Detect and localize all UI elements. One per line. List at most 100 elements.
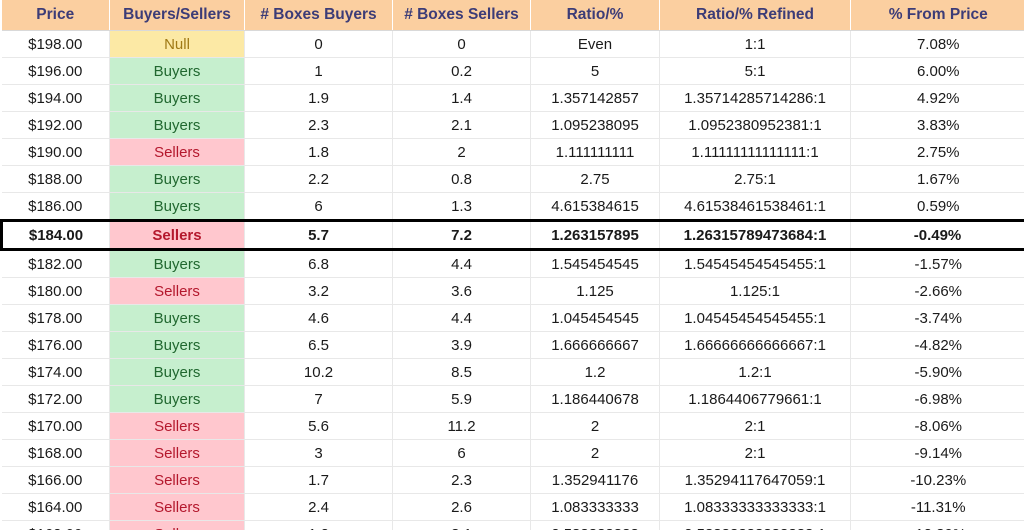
table-row[interactable]: $178.00 Buyers 4.6 4.4 1.045454545 1.04545454… xyxy=(1,304,1024,332)
cell-ratio[interactable]: 1.357142857 xyxy=(530,84,660,112)
cell-buyers-sellers[interactable]: Sellers xyxy=(109,277,245,305)
cell-percent-from-price[interactable]: -3.74% xyxy=(850,304,1024,332)
cell-boxes-buyers[interactable]: 3.2 xyxy=(244,277,393,305)
table-row[interactable]: $182.00 Buyers 6.8 4.4 1.545454545 1.54545454… xyxy=(1,249,1024,278)
cell-buyers-sellers[interactable]: Sellers xyxy=(109,138,245,166)
cell-price[interactable]: $166.00 xyxy=(1,466,110,494)
cell-buyers-sellers[interactable]: Buyers xyxy=(109,304,245,332)
cell-boxes-buyers[interactable]: 1.8 xyxy=(244,138,393,166)
cell-ratio[interactable]: Even xyxy=(530,30,660,58)
cell-ratio-refined[interactable]: 1.04545454545455:1 xyxy=(659,304,851,332)
table-row[interactable]: $176.00 Buyers 6.5 3.9 1.666666667 1.66666666… xyxy=(1,331,1024,359)
cell-buyers-sellers[interactable]: Buyers xyxy=(109,57,245,85)
cell-boxes-buyers[interactable]: 5.6 xyxy=(244,412,393,440)
column-header-price[interactable]: Price xyxy=(1,0,110,31)
cell-buyers-sellers[interactable]: Buyers xyxy=(109,111,245,139)
cell-price[interactable]: $194.00 xyxy=(1,84,110,112)
cell-ratio-refined[interactable]: 2.58333333333333:1 xyxy=(659,520,851,530)
cell-boxes-sellers[interactable]: 5.9 xyxy=(392,385,531,413)
cell-price[interactable]: $170.00 xyxy=(1,412,110,440)
cell-ratio-refined[interactable]: 2.75:1 xyxy=(659,165,851,193)
cell-ratio[interactable]: 1.545454545 xyxy=(530,249,660,278)
cell-ratio-refined[interactable]: 1.125:1 xyxy=(659,277,851,305)
cell-price[interactable]: $174.00 xyxy=(1,358,110,386)
table-row[interactable]: $180.00 Sellers 3.2 3.6 1.125 1.125:1 -2.66% xyxy=(1,277,1024,305)
cell-boxes-buyers[interactable]: 4.6 xyxy=(244,304,393,332)
cell-buyers-sellers[interactable]: Sellers xyxy=(109,439,245,467)
cell-percent-from-price[interactable]: 4.92% xyxy=(850,84,1024,112)
table-row[interactable]: $198.00 Null 0 0 Even 1:1 7.08% xyxy=(1,30,1024,58)
cell-percent-from-price[interactable]: 3.83% xyxy=(850,111,1024,139)
cell-boxes-sellers[interactable]: 7.2 xyxy=(392,219,531,251)
table-row[interactable]: $174.00 Buyers 10.2 8.5 1.2 1.2:1 -5.90% xyxy=(1,358,1024,386)
cell-buyers-sellers[interactable]: Buyers xyxy=(109,249,245,278)
column-header-boxes-sellers[interactable]: # Boxes Sellers xyxy=(392,0,531,31)
table-row[interactable]: $168.00 Sellers 3 6 2 2:1 -9.14% xyxy=(1,439,1024,467)
cell-percent-from-price[interactable]: -9.14% xyxy=(850,439,1024,467)
cell-ratio[interactable]: 1.2 xyxy=(530,358,660,386)
cell-buyers-sellers[interactable]: Sellers xyxy=(109,412,245,440)
cell-boxes-buyers[interactable]: 1.9 xyxy=(244,84,393,112)
table-row[interactable]: $186.00 Buyers 6 1.3 4.615384615 4.6153846153… xyxy=(1,192,1024,221)
cell-boxes-buyers[interactable]: 2.2 xyxy=(244,165,393,193)
cell-ratio-refined[interactable]: 2:1 xyxy=(659,439,851,467)
cell-percent-from-price[interactable]: -10.23% xyxy=(850,466,1024,494)
cell-price[interactable]: $190.00 xyxy=(1,138,110,166)
cell-ratio-refined[interactable]: 1.35714285714286:1 xyxy=(659,84,851,112)
cell-price[interactable]: $196.00 xyxy=(1,57,110,85)
table-row[interactable]: $172.00 Buyers 7 5.9 1.186440678 1.1864406779… xyxy=(1,385,1024,413)
cell-boxes-sellers[interactable]: 3.6 xyxy=(392,277,531,305)
cell-ratio[interactable]: 2 xyxy=(530,439,660,467)
table-row[interactable]: $162.00Sellers1.23.12.5833333332.5833333… xyxy=(1,520,1024,530)
column-header-ratio[interactable]: Ratio/% xyxy=(530,0,660,31)
cell-price[interactable]: $178.00 xyxy=(1,304,110,332)
cell-ratio-refined[interactable]: 1.1864406779661:1 xyxy=(659,385,851,413)
cell-boxes-buyers[interactable]: 6 xyxy=(244,192,393,221)
cell-ratio[interactable]: 1.666666667 xyxy=(530,331,660,359)
column-header-percent-from-price[interactable]: % From Price xyxy=(850,0,1024,31)
cell-boxes-sellers[interactable]: 8.5 xyxy=(392,358,531,386)
cell-buyers-sellers[interactable]: Null xyxy=(109,30,245,58)
cell-price[interactable]: $184.00 xyxy=(0,219,110,251)
cell-boxes-buyers[interactable]: 2.4 xyxy=(244,493,393,521)
table-row[interactable]: $188.00 Buyers 2.2 0.8 2.75 2.75:1 1.67% xyxy=(1,165,1024,193)
cell-buyers-sellers[interactable]: Buyers xyxy=(109,358,245,386)
cell-percent-from-price[interactable]: 1.67% xyxy=(850,165,1024,193)
cell-boxes-sellers[interactable]: 0.8 xyxy=(392,165,531,193)
cell-price[interactable]: $164.00 xyxy=(1,493,110,521)
cell-buyers-sellers[interactable]: Buyers xyxy=(109,84,245,112)
cell-boxes-buyers[interactable]: 1.7 xyxy=(244,466,393,494)
cell-boxes-sellers[interactable]: 1.3 xyxy=(392,192,531,221)
cell-price[interactable]: $186.00 xyxy=(1,192,110,221)
cell-price[interactable]: $198.00 xyxy=(1,30,110,58)
cell-ratio-refined[interactable]: 1.08333333333333:1 xyxy=(659,493,851,521)
cell-percent-from-price[interactable]: 0.59% xyxy=(850,192,1024,221)
cell-ratio-refined[interactable]: 1.66666666666667:1 xyxy=(659,331,851,359)
cell-percent-from-price[interactable]: -0.49% xyxy=(850,219,1024,251)
cell-boxes-sellers[interactable]: 3.9 xyxy=(392,331,531,359)
cell-ratio[interactable]: 4.615384615 xyxy=(530,192,660,221)
cell-percent-from-price[interactable]: 2.75% xyxy=(850,138,1024,166)
cell-ratio-refined[interactable]: 1.26315789473684:1 xyxy=(659,219,851,251)
cell-buyers-sellers[interactable]: Buyers xyxy=(109,192,245,221)
table-row[interactable]: $166.00 Sellers 1.7 2.3 1.352941176 1.3529411… xyxy=(1,466,1024,494)
cell-boxes-buyers[interactable]: 6.8 xyxy=(244,249,393,278)
spreadsheet-view[interactable]: Price Buyers/Sellers # Boxes Buyers # Bo… xyxy=(0,0,1024,530)
cell-price[interactable]: $176.00 xyxy=(1,331,110,359)
cell-boxes-sellers[interactable]: 0 xyxy=(392,30,531,58)
cell-boxes-sellers[interactable]: 2 xyxy=(392,138,531,166)
cell-price[interactable]: $168.00 xyxy=(1,439,110,467)
cell-buyers-sellers[interactable]: Sellers xyxy=(109,466,245,494)
table-row[interactable]: $194.00 Buyers 1.9 1.4 1.357142857 1.35714285… xyxy=(1,84,1024,112)
cell-percent-from-price[interactable]: -11.31% xyxy=(850,493,1024,521)
cell-boxes-sellers[interactable]: 11.2 xyxy=(392,412,531,440)
cell-percent-from-price[interactable]: -12.39% xyxy=(850,520,1024,530)
cell-boxes-sellers[interactable]: 2.1 xyxy=(392,111,531,139)
cell-boxes-sellers[interactable]: 4.4 xyxy=(392,304,531,332)
column-header-ratio-refined[interactable]: Ratio/% Refined xyxy=(659,0,851,31)
table-row[interactable]: $190.00 Sellers 1.8 2 1.111111111 1.111111111… xyxy=(1,138,1024,166)
cell-ratio[interactable]: 5 xyxy=(530,57,660,85)
cell-percent-from-price[interactable]: -5.90% xyxy=(850,358,1024,386)
cell-ratio-refined[interactable]: 1.35294117647059:1 xyxy=(659,466,851,494)
cell-ratio-refined[interactable]: 5:1 xyxy=(659,57,851,85)
